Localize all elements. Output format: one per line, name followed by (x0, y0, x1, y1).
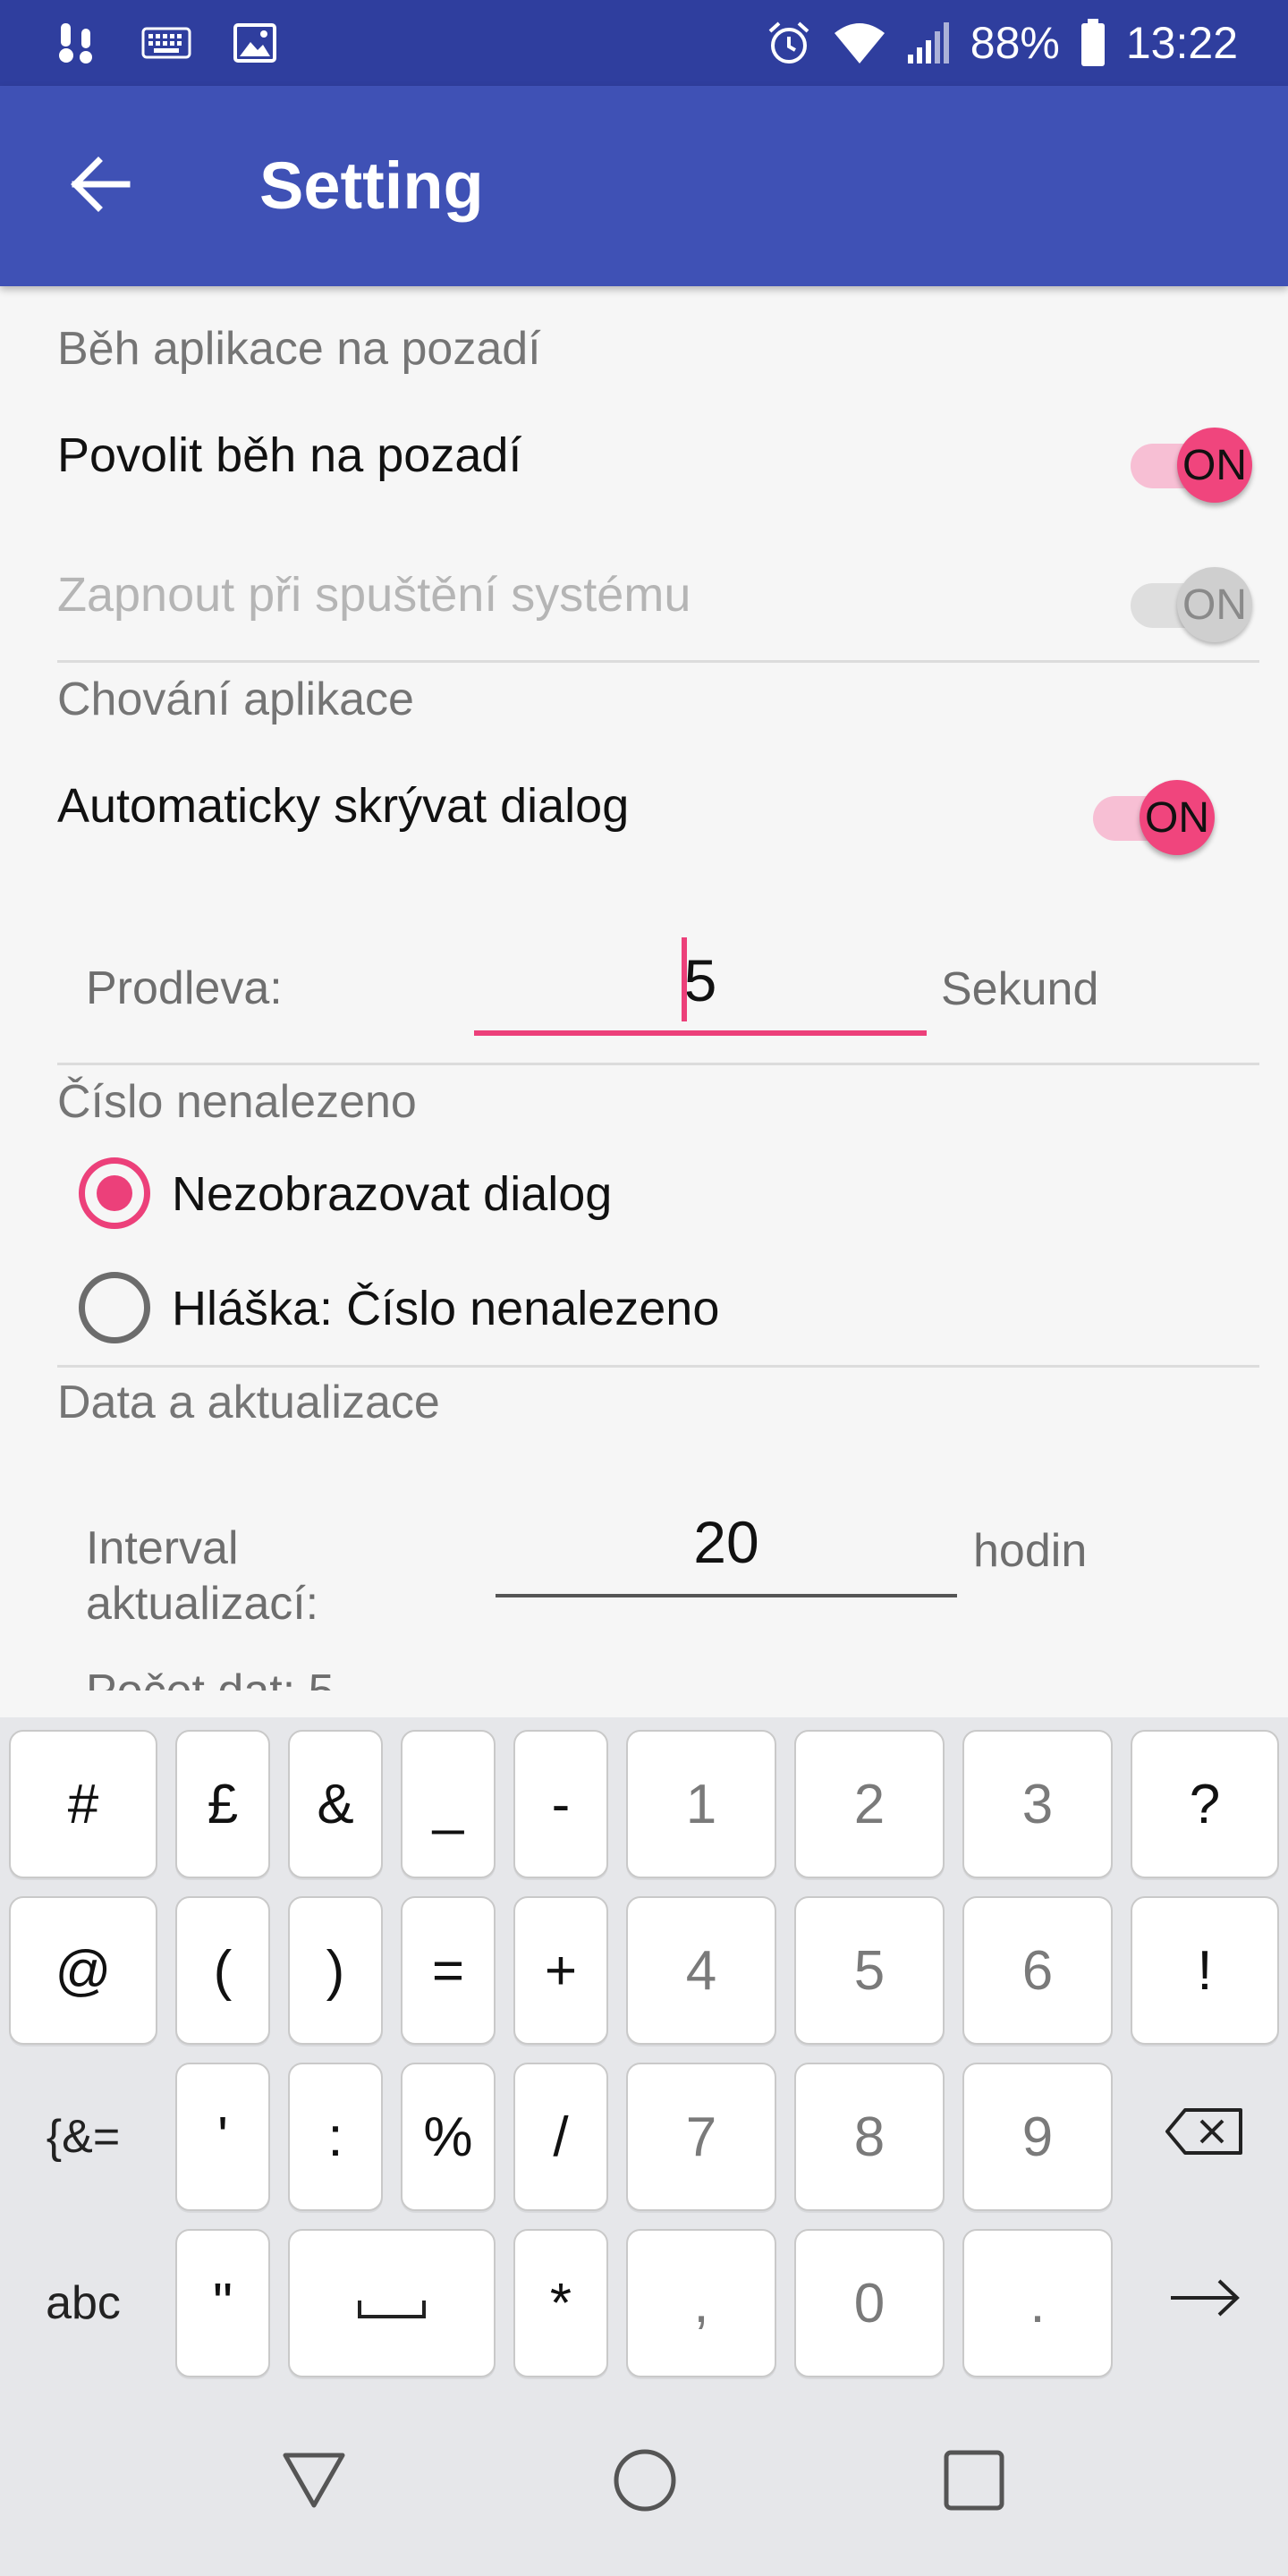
nav-recents-button[interactable] (934, 2442, 1014, 2522)
key-apostrophe[interactable]: ' (175, 2063, 270, 2211)
text-cursor (682, 937, 687, 1021)
key-slash[interactable]: / (513, 2063, 608, 2211)
home-circle-icon (611, 2446, 679, 2519)
clock: 13:22 (1125, 18, 1238, 68)
key-exclamation[interactable]: ! (1131, 1896, 1279, 2045)
key-equals[interactable]: = (401, 1896, 496, 2045)
key-3[interactable]: 3 (962, 1730, 1113, 1878)
key-symbols-toggle[interactable]: {&= (9, 2063, 157, 2211)
key-colon[interactable]: : (288, 2063, 383, 2211)
start-on-boot-label: Zapnout při spuštění systému (57, 568, 691, 622)
key-8[interactable]: 8 (794, 2063, 945, 2211)
key-7[interactable]: 7 (626, 2063, 776, 2211)
key-rparen[interactable]: ) (288, 1896, 383, 2045)
delay-input[interactable]: 5 (474, 946, 927, 1014)
allow-background-switch[interactable]: ON (1131, 422, 1256, 503)
key-4[interactable]: 4 (626, 1896, 776, 2045)
key-underscore[interactable]: _ (401, 1730, 496, 1878)
key-period[interactable]: . (962, 2229, 1113, 2377)
switch-thumb: ON (1177, 567, 1252, 642)
key-percent[interactable]: % (401, 2063, 496, 2211)
keyboard-icon (141, 25, 191, 61)
key-pound[interactable]: £ (175, 1730, 270, 1878)
navigation-bar (0, 2388, 1288, 2576)
switch-thumb: ON (1140, 780, 1215, 855)
image-icon (233, 22, 277, 64)
key-abc[interactable]: abc (9, 2229, 157, 2377)
arrow-right-icon (1167, 2275, 1242, 2332)
key-space[interactable] (288, 2229, 496, 2377)
interval-input-underline (496, 1594, 957, 1597)
key-9[interactable]: 9 (962, 2063, 1113, 2211)
key-0[interactable]: 0 (794, 2229, 945, 2377)
key-enter[interactable] (1131, 2229, 1279, 2377)
recents-square-icon (942, 2448, 1006, 2517)
interval-unit: hodin (973, 1525, 1088, 1577)
key-lparen[interactable]: ( (175, 1896, 270, 2045)
key-comma[interactable]: , (626, 2229, 776, 2377)
alarm-icon (765, 19, 813, 67)
key-6[interactable]: 6 (962, 1896, 1113, 2045)
key-quote[interactable]: " (175, 2229, 270, 2377)
wifi-icon (833, 21, 886, 65)
nav-back-button[interactable] (274, 2442, 354, 2522)
auto-hide-label: Automaticky skrývat dialog (57, 779, 630, 833)
delay-label: Prodleva: (86, 962, 283, 1014)
key-plus[interactable]: + (513, 1896, 608, 2045)
app-bar: Setting (0, 86, 1288, 286)
divider (57, 660, 1259, 663)
interval-input[interactable]: 20 (496, 1508, 957, 1576)
interval-label-line2: aktualizací: (86, 1578, 319, 1630)
divider (57, 1063, 1259, 1065)
status-bar: 88% 13:22 (0, 0, 1288, 86)
radio-no-dialog[interactable] (79, 1157, 150, 1229)
battery-icon (1080, 19, 1106, 67)
radio-show-message-label[interactable]: Hláška: Číslo nenalezeno (172, 1281, 719, 1336)
divider (57, 1365, 1259, 1368)
delay-input-underline (474, 1030, 927, 1036)
key-backspace[interactable] (1131, 2063, 1279, 2211)
signal-icon (906, 21, 951, 65)
radio-show-message[interactable] (79, 1272, 150, 1343)
back-triangle-icon (280, 2450, 348, 2515)
page-title: Setting (259, 148, 484, 223)
key-1[interactable]: 1 (626, 1730, 776, 1878)
start-on-boot-switch[interactable]: ON (1131, 562, 1256, 642)
key-ampersand[interactable]: & (288, 1730, 383, 1878)
switch-thumb: ON (1177, 428, 1252, 503)
nav-home-button[interactable] (605, 2442, 685, 2522)
section-header-background: Běh aplikace na pozadí (57, 323, 541, 375)
keyboard: # £ & _ - 1 2 3 ? @ ( ) = + 4 5 6 ! {&= … (0, 1717, 1288, 2388)
arrow-back-icon (68, 152, 132, 221)
key-at[interactable]: @ (9, 1896, 157, 2045)
interval-label-line1: Interval (86, 1522, 239, 1574)
key-hash[interactable]: # (9, 1730, 157, 1878)
auto-hide-switch[interactable]: ON (1093, 775, 1218, 855)
delay-unit: Sekund (941, 963, 1099, 1015)
settings-list: Běh aplikace na pozadí Povolit běh na po… (0, 286, 1288, 1690)
back-button[interactable] (57, 143, 143, 229)
section-header-data: Data a aktualizace (57, 1377, 440, 1428)
key-asterisk[interactable]: * (513, 2229, 608, 2377)
key-2[interactable]: 2 (794, 1730, 945, 1878)
key-5[interactable]: 5 (794, 1896, 945, 2045)
space-icon (356, 2272, 428, 2335)
section-header-not-found: Číslo nenalezeno (57, 1076, 417, 1128)
key-question[interactable]: ? (1131, 1730, 1279, 1878)
backspace-icon (1164, 2106, 1246, 2168)
key-minus[interactable]: - (513, 1730, 608, 1878)
battery-percent: 88% (970, 18, 1060, 68)
allow-background-label: Povolit běh na pozadí (57, 428, 522, 482)
notification-icon (50, 18, 100, 68)
section-header-behavior: Chování aplikace (57, 674, 414, 725)
data-count-label: Počet dat: 5 (86, 1664, 335, 1690)
radio-no-dialog-label[interactable]: Nezobrazovat dialog (172, 1166, 612, 1222)
